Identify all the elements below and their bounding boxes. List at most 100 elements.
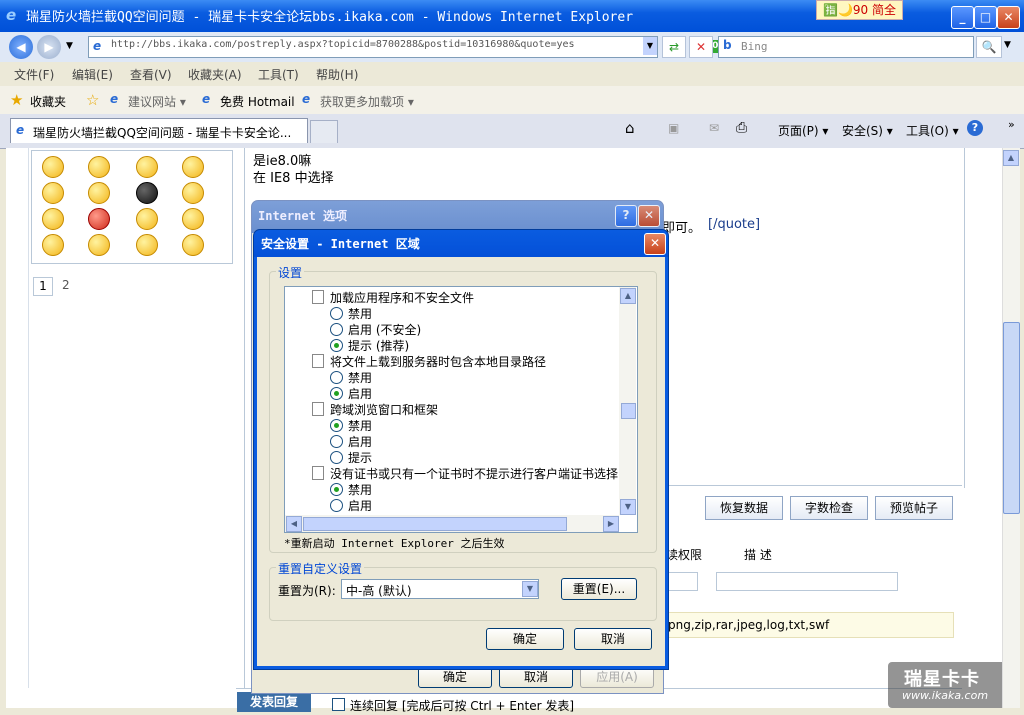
emoticon[interactable] [136,182,158,204]
address-bar[interactable]: e http://bbs.ikaka.com/postreply.aspx?to… [88,36,724,58]
emoticon[interactable] [88,182,110,204]
menu-help[interactable]: 帮助(H) [316,66,358,83]
menu-favorites[interactable]: 收藏夹(A) [188,66,242,83]
scroll-thumb[interactable] [1003,322,1020,514]
settings-group-label: 设置 [276,264,305,281]
emoticon[interactable] [42,156,64,178]
radio-button[interactable] [330,435,343,448]
ie-logo-icon: e [6,6,17,24]
history-dropdown-icon[interactable]: ▼ [66,41,73,51]
toolbar-more-icon[interactable]: » [1008,118,1015,131]
post-reply-button[interactable]: 发表回复 [237,692,311,712]
search-box[interactable]: b Bing [718,36,974,58]
forward-button[interactable]: ▶ [37,35,61,59]
menu-bar: 文件(F) 编辑(E) 查看(V) 收藏夹(A) 工具(T) 帮助(H) [0,62,1024,87]
read-permission-input[interactable] [666,572,698,591]
emoticon[interactable] [88,208,110,230]
tools-menu[interactable]: 工具(O) ▾ [906,122,959,139]
close-window-button[interactable]: ✕ [997,6,1020,29]
quote-close-tag: [/quote] [708,217,761,232]
security-settings-dialog: 安全设置 - Internet 区域 ✕ 设置 加载应用程序和不安全文件 禁用 … [253,229,669,670]
menu-view[interactable]: 查看(V) [130,66,172,83]
radio-button[interactable] [330,451,343,464]
radio-button[interactable] [330,499,343,512]
setting-icon [312,402,324,416]
page-2-link[interactable]: 2 [62,278,70,292]
list-scroll-down[interactable]: ▼ [620,499,636,515]
list-scroll-right[interactable]: ▶ [603,516,619,532]
list-scroll-left[interactable]: ◀ [286,516,302,532]
emoticon[interactable] [182,234,204,256]
hotmail-link[interactable]: 免费 Hotmail [220,93,295,110]
list-hscroll-thumb[interactable] [303,517,567,531]
allowed-file-types: png,zip,rar,jpeg,log,txt,swf [668,618,830,632]
chevron-down-icon[interactable]: ▼ [522,581,538,597]
close-security-button[interactable]: ✕ [644,233,666,255]
emoticon[interactable] [182,156,204,178]
radio-button[interactable] [330,419,343,432]
list-vscroll[interactable] [619,287,636,515]
radio-button[interactable] [330,339,343,352]
read-mail-icon[interactable]: ✉ [709,121,719,135]
search-button[interactable]: 🔍 [976,36,1002,58]
bing-icon: b [723,38,732,52]
emoticon[interactable] [136,156,158,178]
page-menu[interactable]: 页面(P) ▾ [778,122,828,139]
page-1-link[interactable]: 1 [33,277,53,296]
radio-button[interactable] [330,371,343,384]
menu-tools[interactable]: 工具(T) [258,66,299,83]
scroll-up-button[interactable]: ▲ [1003,150,1019,166]
favorites-button[interactable]: 收藏夹 [30,93,66,110]
help-icon[interactable]: ? [967,120,983,136]
emoticon[interactable] [42,234,64,256]
list-scroll-thumb[interactable] [621,403,636,419]
emoticon[interactable] [42,182,64,204]
reset-level-select[interactable]: 中-高 (默认) ▼ [341,579,539,599]
feeds-icon[interactable]: ▣ [668,121,679,135]
settings-list[interactable]: 加载应用程序和不安全文件 禁用 启用 (不安全) 提示 (推荐) 将文件上载到服… [284,286,638,533]
safety-menu[interactable]: 安全(S) ▾ [842,122,893,139]
radio-label: 启用 [348,387,373,401]
minimize-button[interactable]: _ [951,6,974,29]
word-count-button[interactable]: 字数检查 [790,496,868,520]
suggested-sites-link[interactable]: 建议网站 ▾ [128,93,186,110]
radio-button[interactable] [330,483,343,496]
emoticon[interactable] [42,208,64,230]
radio-button[interactable] [330,307,343,320]
description-input[interactable] [716,572,898,591]
tab-active[interactable]: e 瑞星防火墙拦截QQ空间问题 - 瑞星卡卡安全论... [10,118,308,143]
emoticon[interactable] [182,182,204,204]
continue-reply-checkbox[interactable] [332,698,345,711]
add-favorite-icon[interactable]: ☆ [86,91,99,109]
help-button[interactable]: ? [615,205,637,227]
security-ok-button[interactable]: 确定 [486,628,564,650]
refresh-button[interactable]: ⇄ [662,36,686,58]
print-icon[interactable]: ⎙ [736,120,747,136]
new-tab-button[interactable] [310,120,338,143]
home-icon[interactable]: ⌂ [625,119,635,137]
emoticon[interactable] [136,234,158,256]
restore-data-button[interactable]: 恢复数据 [705,496,783,520]
list-scroll-up[interactable]: ▲ [620,288,636,304]
radio-button[interactable] [330,387,343,400]
back-button[interactable]: ◀ [9,35,33,59]
search-options-icon[interactable]: ▼ [1004,40,1011,50]
security-settings-title: 安全设置 - Internet 区域 [261,237,420,251]
reset-button[interactable]: 重置(E)... [561,578,637,600]
emoticon[interactable] [88,156,110,178]
maximize-button[interactable]: □ [974,6,997,29]
security-cancel-button[interactable]: 取消 [574,628,652,650]
address-dropdown-button[interactable]: ▼ [643,37,657,55]
emoticon[interactable] [136,208,158,230]
stop-button[interactable]: ✕ [689,36,713,58]
get-addons-link[interactable]: 获取更多加载项 ▾ [320,93,414,110]
app-tray-tag[interactable]: 🈯🌙90 简全 [816,0,903,20]
radio-button[interactable] [330,323,343,336]
menu-edit[interactable]: 编辑(E) [72,66,113,83]
preview-post-button[interactable]: 预览帖子 [875,496,953,520]
reset-level-value: 中-高 (默认) [346,584,412,598]
close-options-button[interactable]: ✕ [638,205,660,227]
menu-file[interactable]: 文件(F) [14,66,54,83]
emoticon[interactable] [182,208,204,230]
emoticon[interactable] [88,234,110,256]
